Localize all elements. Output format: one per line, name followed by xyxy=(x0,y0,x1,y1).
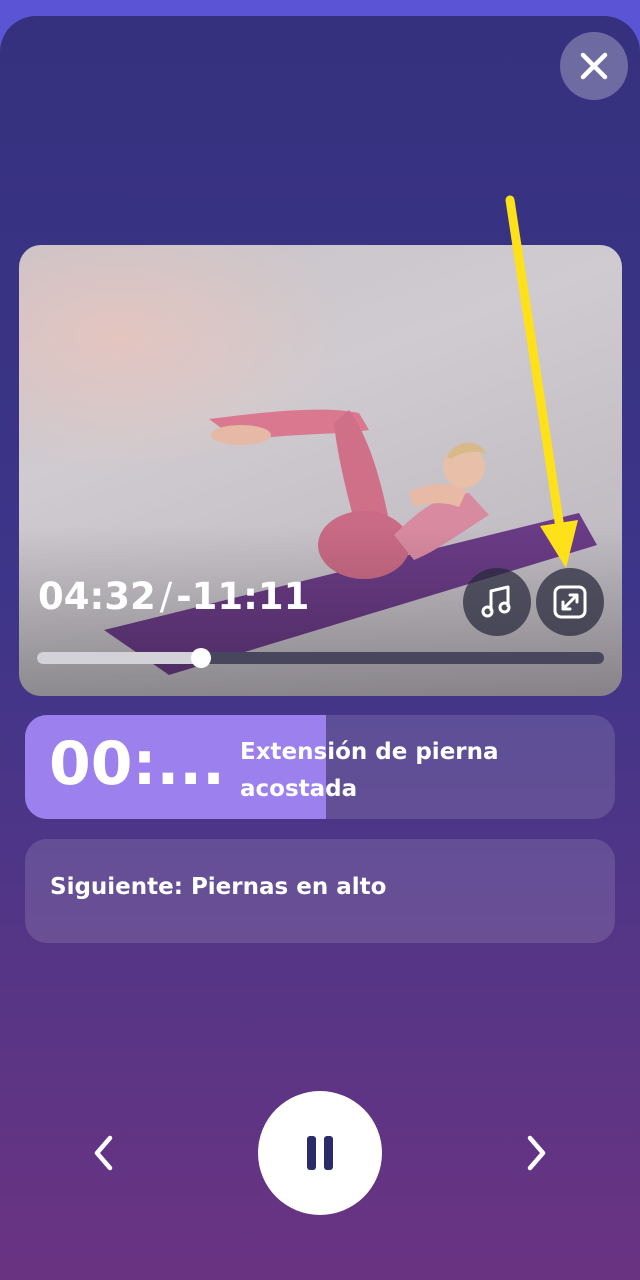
video-progress-slider[interactable] xyxy=(37,648,604,668)
pause-button[interactable] xyxy=(258,1091,382,1215)
close-button[interactable] xyxy=(560,32,628,100)
chevron-left-icon xyxy=(94,1135,113,1171)
video-remaining-time: -11:11 xyxy=(176,575,310,618)
next-button[interactable] xyxy=(511,1128,561,1178)
time-separator: / xyxy=(159,575,173,618)
previous-button[interactable] xyxy=(79,1128,129,1178)
music-button[interactable] xyxy=(463,568,531,636)
close-icon xyxy=(580,52,608,80)
exercise-video[interactable]: 04:32/-11:11 xyxy=(19,245,622,696)
fullscreen-button[interactable] xyxy=(536,568,604,636)
expand-icon xyxy=(553,585,587,619)
next-exercise-card[interactable]: Siguiente: Piernas en alto xyxy=(25,839,615,943)
pause-icon xyxy=(307,1136,333,1170)
video-time-readout: 04:32/-11:11 xyxy=(38,575,309,618)
workout-player-sheet: 04:32/-11:11 00:... Extensión de pierna … xyxy=(0,16,640,1280)
exercise-name: Extensión de pierna acostada xyxy=(240,739,499,802)
current-exercise-card: 00:... Extensión de pierna acostada xyxy=(25,715,615,819)
music-note-icon xyxy=(481,585,511,618)
exercise-timer: 00:... xyxy=(49,729,225,799)
video-elapsed-time: 04:32 xyxy=(38,575,156,618)
chevron-right-icon xyxy=(527,1135,546,1171)
video-progress-fill xyxy=(37,652,202,664)
next-exercise-label: Siguiente: Piernas en alto xyxy=(50,874,387,900)
